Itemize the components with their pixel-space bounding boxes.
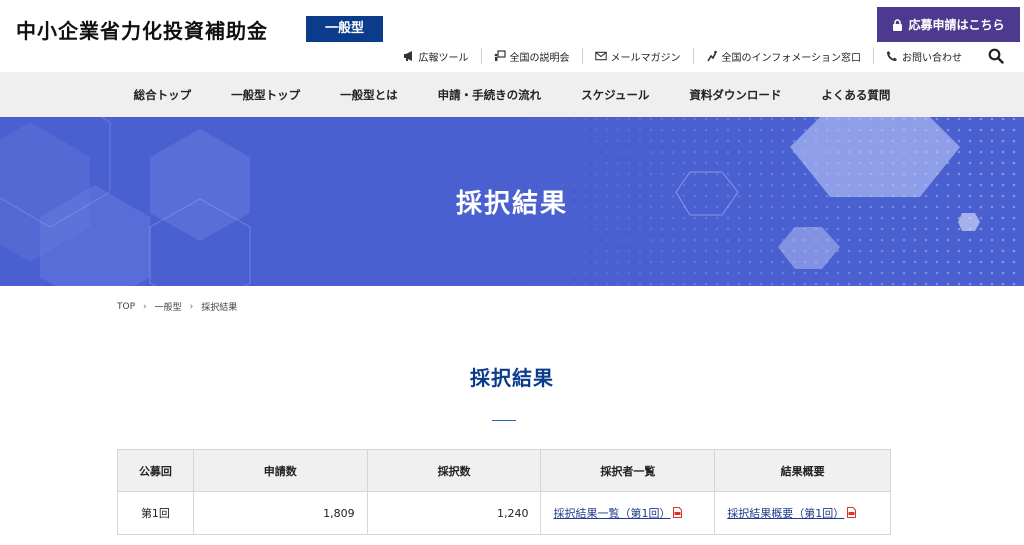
breadcrumb-separator: › [189, 301, 194, 312]
site-title[interactable]: 中小企業省力化投資補助金 [16, 15, 268, 44]
util-link-briefings[interactable]: 全国の説明会 [480, 48, 582, 64]
lock-icon [893, 18, 903, 31]
mail-icon [594, 51, 607, 61]
nav-item-application-flow[interactable]: 申請・手続きの流れ [418, 87, 562, 103]
util-link-info-desk[interactable]: 全国のインフォメーション窓口 [692, 48, 874, 64]
header-summary: 結果概要 [714, 449, 891, 492]
cell-round: 第1回 [117, 491, 194, 535]
presentation-icon [494, 50, 506, 61]
breadcrumb-current: 採択結果 [201, 303, 238, 313]
table-row: 第1回 1,809 1,240 採択結果一覧（第1回） 採択結果概要（第1回） [117, 491, 891, 535]
header-applications: 申請数 [192, 449, 368, 492]
phone-icon [887, 51, 897, 61]
title-underline [492, 420, 516, 421]
adopted-list-link[interactable]: 採択結果一覧（第1回） [553, 507, 670, 520]
hero-title: 採択結果 [455, 189, 568, 219]
header-adopted-list: 採択者一覧 [540, 449, 716, 492]
util-link-contact[interactable]: お問い合わせ [873, 48, 974, 64]
breadcrumb-separator: › [143, 301, 147, 312]
util-link-label: お問い合わせ [902, 52, 962, 64]
results-table: 公募回 申請数 採択数 採択者一覧 結果概要 第1回 1,809 1,240 採… [117, 449, 891, 535]
util-link-label: メールマガジン [610, 52, 681, 64]
nav-item-downloads[interactable]: 資料ダウンロード [669, 87, 801, 103]
nav-item-faq[interactable]: よくある質問 [801, 87, 910, 103]
search-icon[interactable] [988, 48, 1004, 64]
nav-item-type-top[interactable]: 一般型トップ [211, 87, 320, 103]
nav-item-schedule[interactable]: スケジュール [561, 87, 669, 103]
cell-applications: 1,809 [192, 491, 368, 535]
breadcrumb: TOP › 一般型 › 採択結果 [117, 300, 238, 314]
util-link-pr-tools[interactable]: 広報ツール [391, 48, 481, 64]
cell-adopted-list: 採択結果一覧（第1回） [540, 491, 716, 535]
table-header-row: 公募回 申請数 採択数 採択者一覧 結果概要 [117, 449, 891, 492]
cell-summary: 採択結果概要（第1回） [714, 491, 891, 535]
page-title: 採択結果 [470, 366, 554, 390]
info-desk-icon [706, 50, 717, 62]
pdf-icon [673, 507, 683, 518]
summary-link[interactable]: 採択結果概要（第1回） [727, 507, 844, 520]
util-link-label: 全国のインフォメーション窓口 [721, 52, 862, 64]
breadcrumb-type[interactable]: 一般型 [155, 300, 182, 313]
megaphone-icon [403, 51, 412, 61]
apply-button-label: 応募申請はこちら [908, 18, 1005, 32]
nav-item-general-top[interactable]: 総合トップ [114, 87, 212, 103]
hero-banner: 採択結果 [0, 117, 1024, 286]
cell-adopted: 1,240 [366, 491, 542, 535]
breadcrumb-top[interactable]: TOP [117, 302, 135, 312]
pdf-icon [847, 507, 857, 518]
util-link-label: 広報ツール [418, 52, 469, 64]
type-badge: 一般型 [306, 16, 383, 42]
apply-button[interactable]: 応募申請はこちら [877, 7, 1020, 42]
global-nav: 総合トップ 一般型トップ 一般型とは 申請・手続きの流れ スケジュール 資料ダウ… [0, 72, 1024, 117]
header-round: 公募回 [117, 449, 194, 492]
header-adopted: 採択数 [366, 449, 542, 492]
util-link-label: 全国の説明会 [509, 52, 570, 64]
nav-item-about[interactable]: 一般型とは [320, 87, 418, 103]
utility-links: 広報ツール 全国の説明会 メールマガジン 全国のインフォメーション窓口 お問い合… [391, 48, 975, 64]
util-link-mail-magazine[interactable]: メールマガジン [581, 48, 693, 64]
site-header: 中小企業省力化投資補助金 一般型 応募申請はこちら 広報ツール 全国の説明会 メ… [0, 0, 1024, 72]
